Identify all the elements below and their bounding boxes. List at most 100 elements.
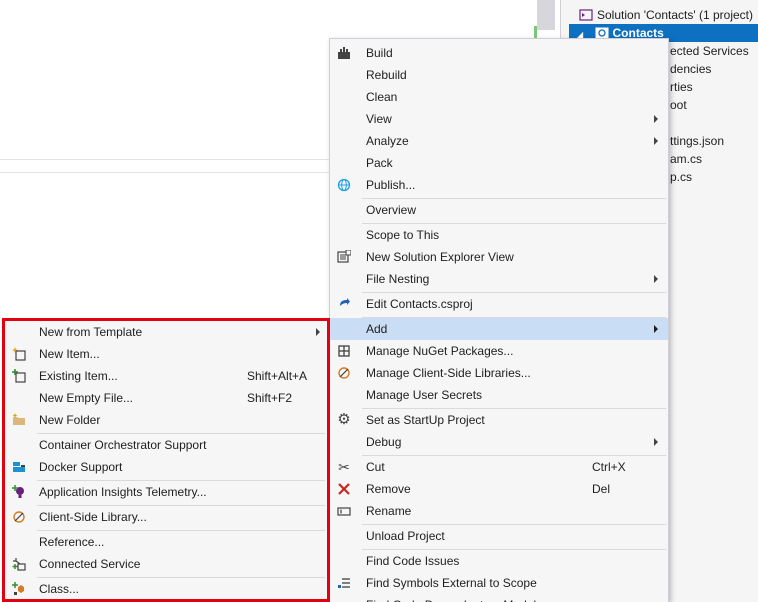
- tree-item[interactable]: p.cs: [670, 168, 692, 186]
- menu-item-edit-project[interactable]: Edit Contacts.csproj: [330, 293, 668, 315]
- edit-arrow-icon: [336, 297, 352, 311]
- menu-label: New Empty File...: [39, 391, 134, 405]
- menu-label: Add: [366, 322, 388, 336]
- publish-globe-icon: [336, 178, 352, 192]
- tree-item[interactable]: rties: [670, 78, 693, 96]
- insights-icon: [11, 485, 27, 499]
- menu-item-file-nesting[interactable]: File Nesting: [330, 268, 668, 290]
- submenu-arrow-icon: [654, 115, 658, 123]
- menu-label: Class...: [39, 582, 80, 596]
- scrollbar-track[interactable]: [537, 0, 555, 30]
- submenu-item-class[interactable]: Class...: [5, 578, 327, 600]
- menu-item-rebuild[interactable]: Rebuild: [330, 64, 668, 86]
- submenu-item-connected-service[interactable]: Connected Service: [5, 553, 327, 575]
- client-lib-icon: [11, 510, 27, 524]
- menu-item-view[interactable]: View: [330, 108, 668, 130]
- menu-item-set-startup[interactable]: ⚙ Set as StartUp Project: [330, 409, 668, 431]
- tree-item[interactable]: oot: [670, 96, 687, 114]
- menu-label: Reference...: [39, 535, 105, 549]
- menu-item-add[interactable]: Add: [330, 318, 668, 340]
- new-view-icon: [336, 250, 352, 264]
- rename-icon: [336, 504, 352, 518]
- submenu-arrow-icon: [654, 325, 658, 333]
- menu-label: New from Template: [39, 325, 143, 339]
- solution-label: Solution 'Contacts' (1 project): [597, 8, 753, 22]
- menu-item-find-symbols-external[interactable]: Find Symbols External to Scope: [330, 572, 668, 594]
- menu-shortcut: Shift+Alt+A: [247, 369, 308, 383]
- menu-label: Manage NuGet Packages...: [366, 344, 514, 358]
- menu-label: View: [366, 112, 392, 126]
- menu-item-pack[interactable]: Pack: [330, 152, 668, 174]
- submenu-arrow-icon: [654, 137, 658, 145]
- build-icon: [336, 46, 352, 60]
- menu-item-unload-project[interactable]: Unload Project: [330, 525, 668, 547]
- submenu-item-docker-support[interactable]: Docker Support: [5, 456, 327, 478]
- menu-item-manage-user-secrets[interactable]: Manage User Secrets: [330, 384, 668, 406]
- menu-label: New Item...: [39, 347, 100, 361]
- submenu-arrow-icon: [654, 438, 658, 446]
- tree-item[interactable]: ttings.json: [670, 132, 724, 150]
- submenu-item-container-orchestrator[interactable]: Container Orchestrator Support: [5, 434, 327, 456]
- menu-label: Find Code Dependent on Module: [366, 594, 543, 602]
- submenu-arrow-icon: [654, 275, 658, 283]
- gear-icon: ⚙: [337, 411, 351, 428]
- menu-label: Publish...: [366, 178, 416, 192]
- class-icon: [11, 582, 27, 596]
- menu-label: Client-Side Library...: [39, 510, 147, 524]
- project-context-menu: Build Rebuild Clean View Analyze Pack Pu…: [329, 38, 669, 602]
- submenu-item-reference[interactable]: Reference...: [5, 531, 327, 553]
- find-symbols-icon: [336, 576, 352, 590]
- project-icon: [595, 26, 609, 39]
- submenu-item-new-item[interactable]: New Item...: [5, 343, 327, 365]
- menu-item-build[interactable]: Build: [330, 42, 668, 64]
- menu-label: Edit Contacts.csproj: [366, 297, 473, 311]
- menu-item-new-solution-explorer-view[interactable]: New Solution Explorer View: [330, 246, 668, 268]
- menu-label: Manage Client-Side Libraries...: [366, 366, 531, 380]
- menu-label: Overview: [366, 203, 417, 217]
- menu-label: File Nesting: [366, 272, 430, 286]
- submenu-arrow-icon: [316, 328, 320, 336]
- menu-item-overview[interactable]: Overview: [330, 199, 668, 221]
- solution-node[interactable]: Solution 'Contacts' (1 project): [579, 6, 753, 24]
- menu-item-analyze[interactable]: Analyze: [330, 130, 668, 152]
- existing-item-icon: [11, 369, 27, 383]
- menu-item-cut[interactable]: ✂ Cut Ctrl+X: [330, 456, 668, 478]
- menu-label: Container Orchestrator Support: [39, 438, 207, 452]
- client-lib-icon: [336, 366, 352, 380]
- menu-label: Debug: [366, 435, 402, 449]
- menu-label: Analyze: [366, 134, 409, 148]
- menu-shortcut: Ctrl+X: [592, 460, 626, 474]
- menu-item-clean[interactable]: Clean: [330, 86, 668, 108]
- menu-label: Rebuild: [366, 68, 407, 82]
- submenu-item-new-empty-file[interactable]: New Empty File... Shift+F2: [5, 387, 327, 409]
- tree-item[interactable]: ected Services: [670, 42, 749, 60]
- menu-item-find-code-issues[interactable]: Find Code Issues: [330, 550, 668, 572]
- menu-label: Cut: [366, 460, 385, 474]
- menu-label: Existing Item...: [39, 369, 118, 383]
- submenu-item-client-side-library[interactable]: Client-Side Library...: [5, 506, 327, 528]
- menu-item-find-code-dependent[interactable]: Find Code Dependent on Module: [330, 594, 668, 602]
- menu-label: Docker Support: [39, 460, 123, 474]
- tree-item[interactable]: dencies: [670, 60, 711, 78]
- submenu-item-existing-item[interactable]: Existing Item... Shift+Alt+A: [5, 365, 327, 387]
- submenu-item-app-insights[interactable]: Application Insights Telemetry...: [5, 481, 327, 503]
- menu-item-scope-to-this[interactable]: Scope to This: [330, 224, 668, 246]
- menu-item-manage-client-side[interactable]: Manage Client-Side Libraries...: [330, 362, 668, 384]
- menu-label: New Solution Explorer View: [366, 250, 514, 264]
- menu-item-manage-nuget[interactable]: Manage NuGet Packages...: [330, 340, 668, 362]
- menu-label: Pack: [366, 156, 393, 170]
- menu-item-rename[interactable]: Rename: [330, 500, 668, 522]
- menu-item-remove[interactable]: Remove Del: [330, 478, 668, 500]
- tree-item[interactable]: am.cs: [670, 150, 702, 168]
- connected-service-icon: [11, 557, 27, 571]
- menu-item-debug[interactable]: Debug: [330, 431, 668, 453]
- ide-window: Solution 'Contacts' (1 project) ◢ Contac…: [0, 0, 758, 602]
- submenu-item-new-folder[interactable]: New Folder: [5, 409, 327, 431]
- menu-label: Build: [366, 46, 393, 60]
- submenu-item-new-from-template[interactable]: New from Template: [5, 321, 327, 343]
- add-submenu: New from Template New Item... Existing I…: [2, 318, 330, 602]
- menu-label: Application Insights Telemetry...: [39, 485, 207, 499]
- menu-item-publish[interactable]: Publish...: [330, 174, 668, 196]
- nuget-icon: [336, 344, 352, 358]
- remove-x-icon: [336, 482, 352, 496]
